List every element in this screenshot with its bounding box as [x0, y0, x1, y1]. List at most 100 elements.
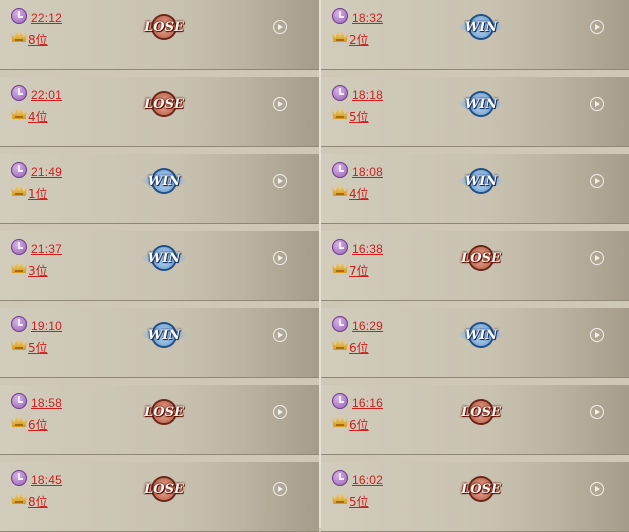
clock-icon [332, 162, 348, 178]
clock-icon [11, 316, 27, 332]
match-history-grid: 22:12 8位 LOSE 22:01 4位 LOSE 21:49 1位 WIN 21:37 3位 W… [0, 0, 629, 532]
clock-icon [332, 85, 348, 101]
match-time-link[interactable]: 16:38 [352, 242, 383, 256]
crown-icon [332, 108, 348, 119]
play-icon[interactable] [273, 251, 287, 265]
result-label: LOSE [144, 19, 184, 35]
result-label: WIN [464, 19, 498, 35]
result-label: LOSE [144, 481, 184, 497]
match-time-link[interactable]: 18:45 [31, 473, 62, 487]
crown-icon [11, 31, 27, 42]
result-label: LOSE [461, 250, 501, 266]
clock-icon [332, 239, 348, 255]
play-icon[interactable] [590, 328, 604, 342]
play-icon[interactable] [273, 328, 287, 342]
rank-link[interactable]: 5位 [349, 108, 369, 125]
match-card: 16:29 6位 WIN [321, 308, 629, 378]
lose-badge: LOSE [458, 244, 504, 272]
clock-icon [332, 8, 348, 24]
result-label: LOSE [461, 404, 501, 420]
crown-icon [332, 339, 348, 350]
clock-icon [11, 239, 27, 255]
clock-icon [11, 393, 27, 409]
play-icon[interactable] [590, 20, 604, 34]
clock-icon [11, 85, 27, 101]
win-badge: WIN [458, 167, 504, 195]
rank-link[interactable]: 6位 [28, 416, 48, 433]
play-icon[interactable] [590, 482, 604, 496]
crown-icon [11, 416, 27, 427]
play-icon[interactable] [590, 405, 604, 419]
crown-icon [332, 185, 348, 196]
crown-icon [332, 416, 348, 427]
match-time-link[interactable]: 18:58 [31, 396, 62, 410]
play-icon[interactable] [273, 482, 287, 496]
result-label: WIN [147, 173, 181, 189]
play-icon[interactable] [590, 251, 604, 265]
match-time-link[interactable]: 16:29 [352, 319, 383, 333]
clock-icon [11, 162, 27, 178]
win-badge: WIN [141, 167, 187, 195]
clock-icon [332, 470, 348, 486]
match-time-link[interactable]: 21:49 [31, 165, 62, 179]
match-time-link[interactable]: 18:08 [352, 165, 383, 179]
match-time-link[interactable]: 19:10 [31, 319, 62, 333]
result-label: LOSE [144, 404, 184, 420]
play-icon[interactable] [273, 20, 287, 34]
crown-icon [11, 262, 27, 273]
match-time-link[interactable]: 22:01 [31, 88, 62, 102]
result-label: WIN [464, 173, 498, 189]
play-icon[interactable] [273, 405, 287, 419]
match-card: 16:16 6位 LOSE [321, 385, 629, 455]
rank-link[interactable]: 6位 [349, 416, 369, 433]
rank-link[interactable]: 4位 [28, 108, 48, 125]
play-icon[interactable] [590, 97, 604, 111]
result-label: WIN [147, 327, 181, 343]
match-card: 22:12 8位 LOSE [0, 0, 319, 70]
result-label: LOSE [461, 481, 501, 497]
crown-icon [11, 493, 27, 504]
match-card: 18:08 4位 WIN [321, 154, 629, 224]
rank-link[interactable]: 8位 [28, 493, 48, 510]
match-time-link[interactable]: 18:18 [352, 88, 383, 102]
result-label: WIN [464, 96, 498, 112]
clock-icon [11, 8, 27, 24]
match-time-link[interactable]: 18:32 [352, 11, 383, 25]
rank-link[interactable]: 5位 [349, 493, 369, 510]
match-time-link[interactable]: 22:12 [31, 11, 62, 25]
win-badge: WIN [458, 90, 504, 118]
lose-badge: LOSE [141, 475, 187, 503]
match-time-link[interactable]: 21:37 [31, 242, 62, 256]
crown-icon [11, 185, 27, 196]
crown-icon [332, 31, 348, 42]
rank-link[interactable]: 7位 [349, 262, 369, 279]
match-card: 18:32 2位 WIN [321, 0, 629, 70]
match-card: 18:45 8位 LOSE [0, 462, 319, 532]
lose-badge: LOSE [141, 13, 187, 41]
match-time-link[interactable]: 16:16 [352, 396, 383, 410]
play-icon[interactable] [590, 174, 604, 188]
result-label: LOSE [144, 96, 184, 112]
win-badge: WIN [458, 321, 504, 349]
rank-link[interactable]: 4位 [349, 185, 369, 202]
match-card: 16:02 5位 LOSE [321, 462, 629, 532]
rank-link[interactable]: 2位 [349, 31, 369, 48]
rank-link[interactable]: 8位 [28, 31, 48, 48]
rank-link[interactable]: 3位 [28, 262, 48, 279]
match-time-link[interactable]: 16:02 [352, 473, 383, 487]
lose-badge: LOSE [458, 398, 504, 426]
clock-icon [332, 316, 348, 332]
play-icon[interactable] [273, 97, 287, 111]
lose-badge: LOSE [458, 475, 504, 503]
match-card: 22:01 4位 LOSE [0, 77, 319, 147]
rank-link[interactable]: 1位 [28, 185, 48, 202]
rank-link[interactable]: 5位 [28, 339, 48, 356]
lose-badge: LOSE [141, 398, 187, 426]
rank-link[interactable]: 6位 [349, 339, 369, 356]
crown-icon [332, 493, 348, 504]
crown-icon [11, 339, 27, 350]
match-card: 16:38 7位 LOSE [321, 231, 629, 301]
match-card: 18:58 6位 LOSE [0, 385, 319, 455]
play-icon[interactable] [273, 174, 287, 188]
lose-badge: LOSE [141, 90, 187, 118]
